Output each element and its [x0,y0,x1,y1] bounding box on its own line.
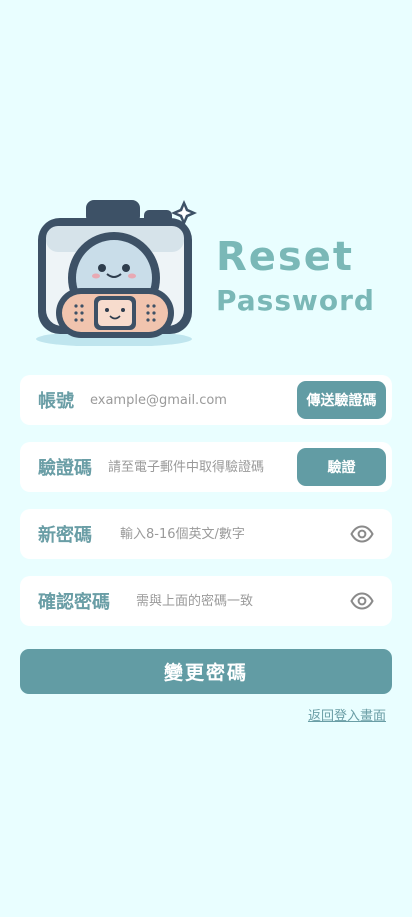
new-password-input[interactable] [118,525,350,543]
code-field-card: 驗證碼 驗證 [20,442,392,492]
camera-bandage-mascot-icon [36,200,197,346]
confirm-password-label: 確認密碼 [38,592,110,613]
hero: Reset Password [0,196,412,356]
new-password-card: 新密碼 [20,509,392,559]
code-input[interactable] [106,458,297,476]
change-password-button[interactable]: 變更密碼 [20,649,392,694]
confirm-password-card: 確認密碼 [20,576,392,626]
back-to-login-link[interactable]: 返回登入畫面 [308,705,386,724]
page-title: Reset Password [216,234,375,318]
title-line-1: Reset [216,234,354,280]
account-field-card: 帳號 傳送驗證碼 [20,375,392,425]
title-line-2: Password [216,284,375,317]
confirm-password-input[interactable] [134,592,350,610]
new-password-label: 新密碼 [38,525,92,546]
eye-icon[interactable] [350,589,374,613]
account-input[interactable] [88,391,297,409]
send-code-button[interactable]: 傳送驗證碼 [297,381,386,419]
eye-icon[interactable] [350,522,374,546]
verify-button[interactable]: 驗證 [297,448,386,486]
code-label: 驗證碼 [38,458,92,479]
account-label: 帳號 [38,391,74,412]
